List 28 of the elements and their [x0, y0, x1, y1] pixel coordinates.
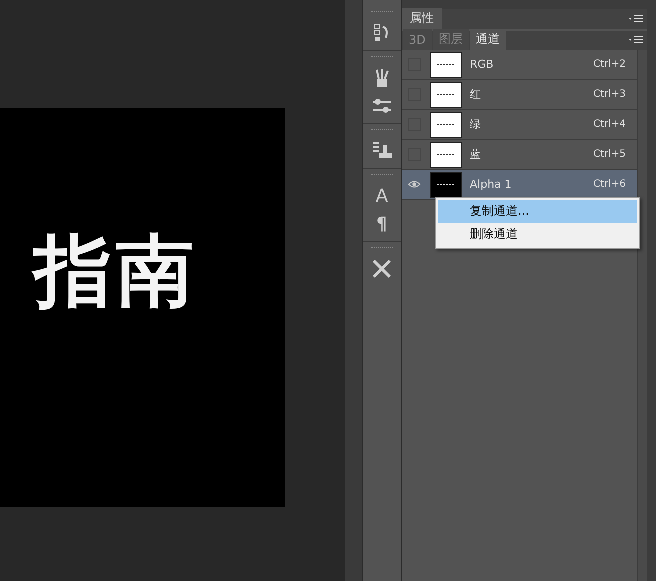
panel-tab[interactable]: 通道 [470, 29, 506, 50]
channel-name: 红 [470, 87, 482, 102]
type-panel-icon[interactable]: ¶ [370, 212, 394, 236]
menu-item[interactable]: 删除通道 [438, 223, 637, 246]
channel-name: 蓝 [470, 147, 482, 162]
shortcut-label: Ctrl+4 [593, 119, 626, 130]
shortcut-label: Ctrl+5 [593, 149, 626, 160]
properties-tab[interactable]: 属性 [402, 8, 442, 29]
channel-row[interactable]: 绿 Ctrl+4 [402, 110, 637, 140]
channel-thumbnail [430, 82, 462, 108]
shortcut-label: Ctrl+6 [593, 179, 626, 190]
channel-thumbnail [430, 142, 462, 168]
channel-name: 绿 [470, 117, 482, 132]
shortcut-label: Ctrl+3 [593, 89, 626, 100]
panel-menu-icon[interactable] [629, 36, 643, 46]
channel-thumbnail [430, 112, 462, 138]
canvas-text: 指南 [34, 220, 198, 325]
channel-row[interactable]: Alpha 1 Ctrl+6 [402, 170, 637, 200]
channel-thumbnail [430, 52, 462, 78]
type-panel-icon[interactable]: A [370, 184, 394, 208]
channel-row[interactable]: 红 Ctrl+3 [402, 80, 637, 110]
menu-item[interactable]: 复制通道... [438, 200, 637, 223]
channel-name: Alpha 1 [470, 178, 513, 191]
channel-name: RGB [470, 58, 495, 71]
channel-row[interactable]: RGB Ctrl+2 [402, 50, 637, 80]
shortcut-label: Ctrl+2 [593, 59, 626, 70]
channel-thumbnail [430, 172, 462, 198]
panel-menu-icon[interactable] [629, 15, 643, 25]
